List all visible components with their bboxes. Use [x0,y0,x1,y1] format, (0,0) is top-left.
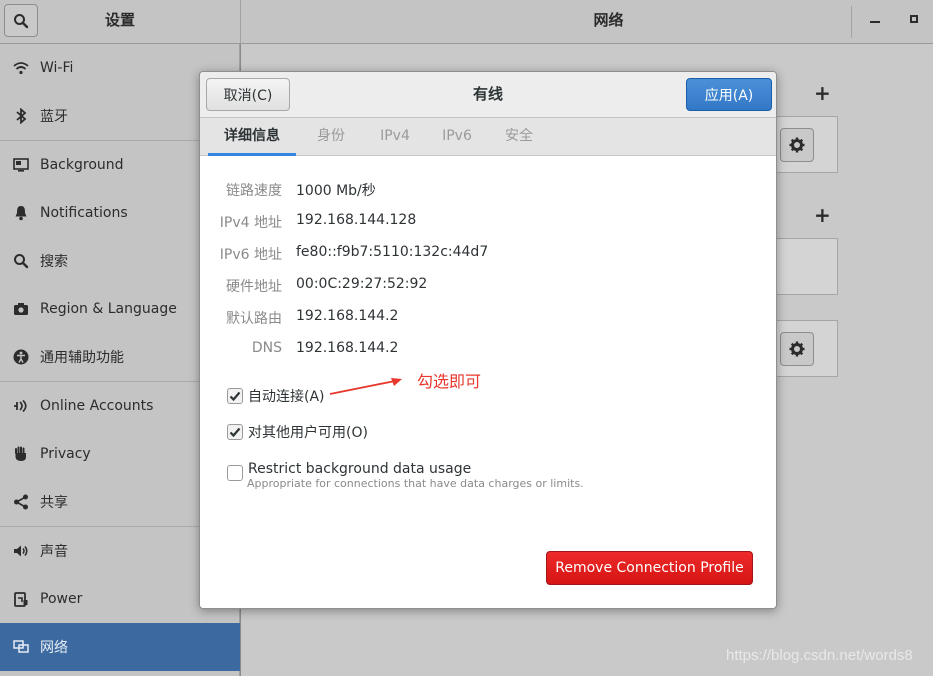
sidebar-item-label: 网络 [40,640,68,656]
sidebar-item-label: Privacy [40,446,91,462]
sidebar-item-label: 共享 [40,495,68,511]
all-users-checkbox[interactable] [227,424,243,440]
search-icon [12,252,30,270]
header-bar: 设置 网络 [0,0,933,44]
bluetooth-icon [12,107,30,125]
auto-connect-checkbox[interactable] [227,388,243,404]
sidebar-item-label: Notifications [40,205,128,221]
tab-ipv6[interactable]: IPv6 [432,118,482,156]
detail-label: 默认路由 [226,311,282,327]
detail-value: 192.168.144.2 [296,308,399,324]
detail-label: DNS [251,340,282,356]
detail-value: 192.168.144.2 [296,340,399,356]
minimize-button[interactable] [870,21,880,23]
vpn-section [770,238,838,295]
all-users-label: 对其他用户可用(O) [248,425,368,441]
power-icon [12,590,30,608]
checkmark-icon [229,427,241,438]
auto-connect-checkbox-row[interactable]: 自动连接(A) [227,386,325,406]
sidebar-item-label: Background [40,157,124,173]
apply-button[interactable]: 应用(A) [686,78,772,111]
detail-value: 192.168.144.128 [296,212,417,228]
dialog-header: 取消(C) 有线 应用(A) [200,72,776,118]
detail-label: IPv6 地址 [219,247,282,263]
sidebar-item-label: 声音 [40,544,68,560]
panel-title: 网络 [593,11,624,29]
sidebar-item-label: Power [40,591,83,607]
detail-label: IPv4 地址 [219,215,282,231]
add-connection-button[interactable]: + [814,81,831,105]
watermark: https://blog.csdn.net/words8 [726,647,913,664]
tab-identity[interactable]: 身份 [306,118,356,156]
auto-connect-label: 自动连接(A) [248,389,325,405]
detail-label: 链路速度 [226,183,282,199]
checkmark-icon [229,391,241,402]
detail-row-link-speed: 链路速度 1000 Mb/秒 [200,177,776,201]
detail-value: 1000 Mb/秒 [296,183,376,199]
accessibility-icon [12,348,30,366]
detail-row-dns: DNS 192.168.144.2 [200,337,776,361]
restrict-data-description: Appropriate for connections that have da… [247,477,584,490]
settings-title: 设置 [104,11,135,29]
all-users-checkbox-row[interactable]: 对其他用户可用(O) [227,422,368,442]
header-divider [851,6,852,38]
detail-row-default-route: 默认路由 192.168.144.2 [200,305,776,329]
speaker-icon [12,542,30,560]
tab-ipv4[interactable]: IPv4 [370,118,420,156]
network-icon [12,638,30,656]
detail-value: fe80::f9b7:5110:132c:44d7 [296,244,489,260]
annotation-text: 勾选即可 [417,372,482,391]
restrict-data-label: Restrict background data usage [248,461,472,477]
dialog-tabs: 详细信息 身份 IPv4 IPv6 安全 [200,118,776,156]
sidebar-item-label: 通用辅助功能 [40,350,124,366]
gear-icon [789,137,805,153]
hand-icon [12,445,30,463]
remove-connection-button[interactable]: Remove Connection Profile [546,551,753,585]
sidebar-item-network[interactable]: 网络 [0,623,240,671]
annotation-arrow-icon [329,378,402,395]
sidebar-item-label: 蓝牙 [40,109,68,125]
camera-icon [12,300,30,318]
gear-icon [789,341,805,357]
online-accounts-icon [12,397,30,415]
tab-details[interactable]: 详细信息 [208,118,296,156]
bell-icon [12,204,30,222]
sidebar-item-label: Online Accounts [40,398,154,414]
cancel-button[interactable]: 取消(C) [206,78,290,111]
background-icon [12,156,30,174]
tab-security[interactable]: 安全 [494,118,544,156]
detail-row-ipv6: IPv6 地址 fe80::f9b7:5110:132c:44d7 [200,241,776,265]
add-vpn-button[interactable]: + [814,203,831,227]
share-icon [12,493,30,511]
wifi-icon [12,59,30,77]
sidebar-item-label: 搜索 [40,254,68,270]
detail-row-hardware-address: 硬件地址 00:0C:29:27:52:92 [200,273,776,297]
restrict-data-checkbox[interactable] [227,465,243,481]
wired-connection-dialog: 取消(C) 有线 应用(A) 详细信息 身份 IPv4 IPv6 安全 链路速度… [199,71,777,609]
sidebar-item-label: Wi-Fi [40,60,74,76]
detail-value: 00:0C:29:27:52:92 [296,276,428,292]
wired-settings-button[interactable] [780,128,814,162]
maximize-button[interactable] [910,15,918,23]
detail-label: 硬件地址 [226,279,282,295]
sidebar-item-label: Region & Language [40,301,177,317]
detail-row-ipv4: IPv4 地址 192.168.144.128 [200,209,776,233]
proxy-settings-button[interactable] [780,332,814,366]
